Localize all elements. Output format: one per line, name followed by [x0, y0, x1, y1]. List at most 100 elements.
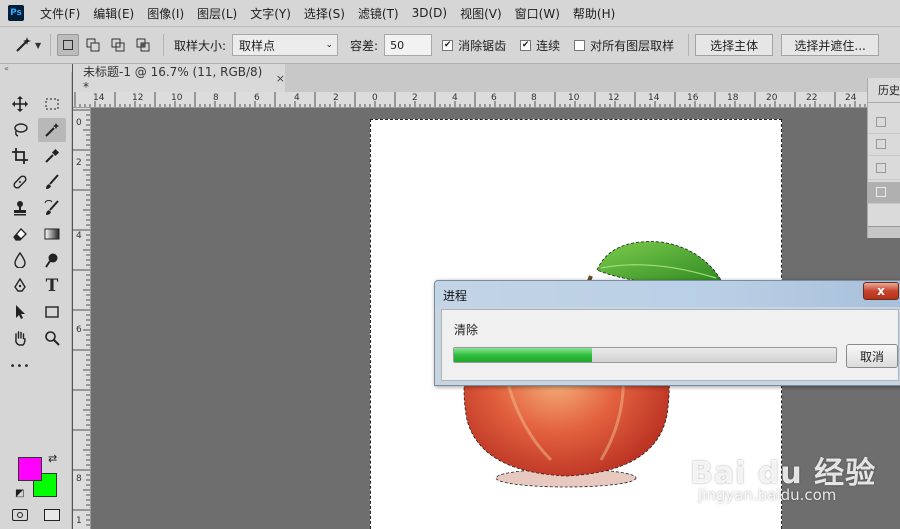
menu-view[interactable]: 视图(V): [460, 5, 502, 22]
clone-stamp-tool-icon[interactable]: [6, 196, 34, 220]
menu-help[interactable]: 帮助(H): [573, 5, 615, 22]
sample-size-dropdown[interactable]: 取样点 ⌄: [232, 34, 339, 56]
progress-bar-fill: [454, 348, 592, 362]
ruler-label: 14: [648, 93, 660, 103]
sample-size-value: 取样点: [239, 38, 276, 53]
intersect-selection-button[interactable]: [132, 34, 154, 56]
anti-alias-label: 消除锯齿: [458, 38, 507, 53]
subtract-from-selection-button[interactable]: [107, 34, 129, 56]
dialog-titlebar[interactable]: 进程 x: [435, 281, 900, 307]
contiguous-checkbox[interactable]: ✔: [520, 39, 532, 51]
history-row[interactable]: [868, 158, 900, 180]
ruler-label: 4: [452, 93, 458, 103]
zoom-tool-icon[interactable]: [38, 326, 66, 350]
ruler-label: 18: [727, 93, 739, 103]
close-tab-icon[interactable]: ×: [276, 72, 285, 85]
menu-select[interactable]: 选择(S): [304, 5, 345, 22]
select-and-mask-button[interactable]: 选择并遮住...: [781, 34, 880, 56]
new-selection-button[interactable]: [57, 34, 79, 56]
ruler-label: 2: [333, 93, 339, 103]
menu-image[interactable]: 图像(I): [147, 5, 184, 22]
magic-wand-preset-icon[interactable]: ▼: [14, 36, 44, 54]
tools-panel: T ••• ⇄ ◩: [0, 72, 72, 529]
eraser-tool-icon[interactable]: [6, 222, 34, 246]
magic-wand-tool-icon[interactable]: [38, 118, 66, 142]
ruler-label: 6: [491, 93, 497, 103]
select-subject-button[interactable]: 选择主体: [695, 34, 774, 56]
lasso-tool-icon[interactable]: [6, 118, 34, 142]
tolerance-value: 50: [390, 38, 405, 52]
foreground-color-swatch[interactable]: [18, 457, 42, 481]
separator: [50, 34, 51, 56]
default-colors-icon[interactable]: ◩: [15, 488, 24, 499]
menu-file[interactable]: 文件(F): [40, 5, 80, 22]
sample-all-layers-checkbox[interactable]: [574, 39, 586, 51]
progress-dialog: 进程 x 清除 取消: [434, 280, 900, 386]
path-selection-tool-icon[interactable]: [6, 300, 34, 324]
ruler-label: 1: [76, 516, 82, 526]
marquee-tool-icon[interactable]: [38, 92, 66, 116]
gradient-tool-icon[interactable]: [38, 222, 66, 246]
baidu-jingyan-watermark: Bai du 经验 jingyan.baidu.com: [690, 446, 890, 516]
document-tab-bar: 未标题-1 @ 16.7% (11, RGB/8) * ×: [73, 64, 900, 94]
document-tab[interactable]: 未标题-1 @ 16.7% (11, RGB/8) * ×: [73, 64, 285, 94]
menu-type[interactable]: 文字(Y): [250, 5, 291, 22]
tolerance-input[interactable]: 50: [384, 34, 433, 56]
dialog-title: 进程: [443, 289, 468, 303]
menu-window[interactable]: 窗口(W): [515, 5, 560, 22]
close-dialog-button[interactable]: x: [863, 282, 899, 300]
blur-tool-icon[interactable]: [6, 248, 34, 272]
ruler-label: 14: [93, 93, 105, 103]
progress-message: 清除: [454, 323, 479, 337]
history-row[interactable]: [868, 112, 900, 134]
move-tool-icon[interactable]: [6, 92, 34, 116]
ruler-label: 10: [171, 93, 183, 103]
ruler-label: 0: [76, 118, 82, 128]
history-panel-title[interactable]: 历史: [878, 82, 900, 98]
brush-tool-icon[interactable]: [38, 170, 66, 194]
pen-tool-icon[interactable]: [6, 274, 34, 298]
dodge-tool-icon[interactable]: [38, 248, 66, 272]
anti-alias-checkbox[interactable]: ✔: [442, 39, 454, 51]
history-row[interactable]: [868, 182, 900, 204]
dialog-body: 清除 取消: [441, 309, 899, 381]
ruler-label: 2: [412, 93, 418, 103]
watermark-url: jingyan.baidu.com: [698, 486, 837, 504]
separator: [688, 34, 690, 56]
ruler-label: 2: [76, 158, 82, 168]
ruler-label: 22: [806, 93, 818, 103]
eyedropper-tool-icon[interactable]: [38, 144, 66, 168]
ruler-label: 4: [294, 93, 300, 103]
more-tools-icon[interactable]: •••: [6, 354, 34, 378]
vertical-ruler: 0 2 4 6 8 1: [73, 108, 91, 529]
chevron-down-icon: ⌄: [325, 40, 334, 50]
swap-colors-icon[interactable]: ⇄: [48, 452, 57, 465]
ruler-label: 8: [76, 474, 82, 484]
contiguous-label: 连续: [536, 38, 561, 53]
sample-all-layers-label: 对所有图层取样: [590, 38, 675, 53]
screen-mode-icon[interactable]: [44, 509, 60, 521]
menu-layer[interactable]: 图层(L): [197, 5, 237, 22]
menu-edit[interactable]: 编辑(E): [93, 5, 134, 22]
ruler-label: 6: [254, 93, 260, 103]
horizontal-ruler: 14 12 10 8 6 4 2 0 2 4 6 8 10 12 14 16 1…: [73, 92, 900, 108]
ruler-label: 12: [608, 93, 620, 103]
rectangle-tool-icon[interactable]: [38, 300, 66, 324]
healing-brush-tool-icon[interactable]: [6, 170, 34, 194]
separator: [163, 34, 164, 56]
history-row[interactable]: [868, 134, 900, 156]
menu-bar: Ps 文件(F) 编辑(E) 图像(I) 图层(L) 文字(Y) 选择(S) 滤…: [0, 0, 900, 26]
ruler-label: 12: [132, 93, 144, 103]
options-bar: ▼ 取样大小: 取样点 ⌄ 容差: 50 ✔ 消除锯齿 ✔ 连续 对所有图层取样…: [0, 26, 900, 64]
menu-3d[interactable]: 3D(D): [412, 6, 447, 20]
ruler-label: 16: [687, 93, 699, 103]
type-tool-icon[interactable]: T: [38, 274, 66, 298]
crop-tool-icon[interactable]: [6, 144, 34, 168]
menu-filter[interactable]: 滤镜(T): [358, 5, 399, 22]
quick-mask-icon[interactable]: [12, 509, 28, 521]
cancel-button[interactable]: 取消: [846, 344, 898, 368]
history-brush-tool-icon[interactable]: [38, 196, 66, 220]
progress-bar: [453, 347, 837, 363]
hand-tool-icon[interactable]: [6, 326, 34, 350]
add-to-selection-button[interactable]: [82, 34, 104, 56]
